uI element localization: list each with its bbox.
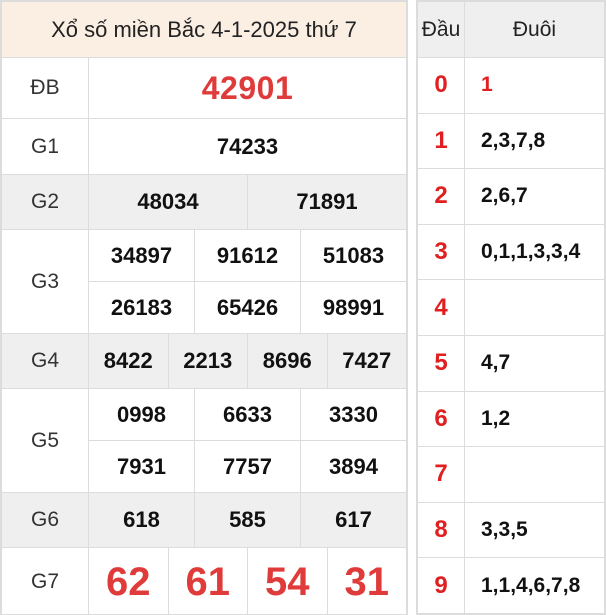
g4-number: 2213 bbox=[167, 333, 248, 389]
g5-number: 6633 bbox=[194, 388, 301, 441]
header-dau: Đầu bbox=[417, 1, 465, 58]
dau-cell: 5 bbox=[417, 334, 465, 392]
g3-number: 34897 bbox=[88, 229, 195, 282]
g3-number: 91612 bbox=[194, 229, 301, 282]
g6-number: 617 bbox=[300, 492, 407, 548]
prize-label-g4: G4 bbox=[1, 333, 89, 389]
g6-number: 585 bbox=[194, 492, 301, 548]
g4-number: 7427 bbox=[326, 333, 407, 389]
duoi-cell: 1,1,4,6,7,8 bbox=[464, 557, 605, 614]
dau-cell: 1 bbox=[417, 112, 465, 170]
g6-number: 618 bbox=[88, 492, 195, 548]
dau-cell: 7 bbox=[417, 446, 465, 503]
duoi-cell: 1,2 bbox=[464, 390, 605, 448]
g7-number: 54 bbox=[247, 547, 328, 615]
g3-number: 98991 bbox=[300, 281, 407, 334]
prize-label-g7: G7 bbox=[1, 547, 89, 615]
g5-number: 0998 bbox=[88, 388, 195, 441]
dau-cell: 6 bbox=[417, 390, 465, 448]
g4-number: 8422 bbox=[88, 333, 169, 389]
duoi-cell: 2,6,7 bbox=[464, 168, 605, 225]
dau-cell: 9 bbox=[417, 557, 465, 614]
prize-label-g1: G1 bbox=[1, 118, 89, 175]
prize-label-g2: G2 bbox=[1, 174, 89, 230]
duoi-cell: 1 bbox=[464, 57, 605, 114]
duoi-cell: 4,7 bbox=[464, 334, 605, 392]
duoi-cell bbox=[464, 279, 605, 336]
g7-number: 61 bbox=[167, 547, 248, 615]
duoi-cell: 2,3,7,8 bbox=[464, 112, 605, 170]
results-table: Xổ số miền Bắc 4-1-2025 thứ 7 ĐB 42901 G… bbox=[0, 0, 408, 615]
g7-number: 62 bbox=[88, 547, 169, 615]
g3-number: 26183 bbox=[88, 281, 195, 334]
duoi-cell: 0,1,1,3,3,4 bbox=[464, 223, 605, 281]
duoi-cell: 3,3,5 bbox=[464, 501, 605, 559]
g5-number: 7757 bbox=[194, 440, 301, 493]
dau-duoi-table: Đầu Đuôi 0 1 1 2,3,7,8 2 2,6,7 3 0,1,1,3… bbox=[416, 0, 606, 615]
page-title: Xổ số miền Bắc 4-1-2025 thứ 7 bbox=[1, 1, 407, 58]
header-duoi: Đuôi bbox=[464, 1, 605, 58]
g5-number: 3894 bbox=[300, 440, 407, 493]
prize-label-g6: G6 bbox=[1, 492, 89, 548]
g5-number: 3330 bbox=[300, 388, 407, 441]
duoi-cell bbox=[464, 446, 605, 503]
g3-number: 51083 bbox=[300, 229, 407, 282]
g2-number: 48034 bbox=[88, 174, 248, 230]
prize-label-g3: G3 bbox=[1, 229, 89, 334]
dau-cell: 4 bbox=[417, 279, 465, 336]
dau-cell: 3 bbox=[417, 223, 465, 281]
special-prize-number: 42901 bbox=[88, 57, 407, 119]
g2-number: 71891 bbox=[247, 174, 407, 230]
dau-cell: 2 bbox=[417, 168, 465, 225]
dau-cell: 8 bbox=[417, 501, 465, 559]
prize-label-db: ĐB bbox=[1, 57, 89, 119]
g3-number: 65426 bbox=[194, 281, 301, 334]
dau-cell: 0 bbox=[417, 57, 465, 114]
g4-number: 8696 bbox=[247, 333, 328, 389]
prize-label-g5: G5 bbox=[1, 388, 89, 493]
g7-number: 31 bbox=[326, 547, 407, 615]
g1-number: 74233 bbox=[88, 118, 407, 175]
g5-number: 7931 bbox=[88, 440, 195, 493]
